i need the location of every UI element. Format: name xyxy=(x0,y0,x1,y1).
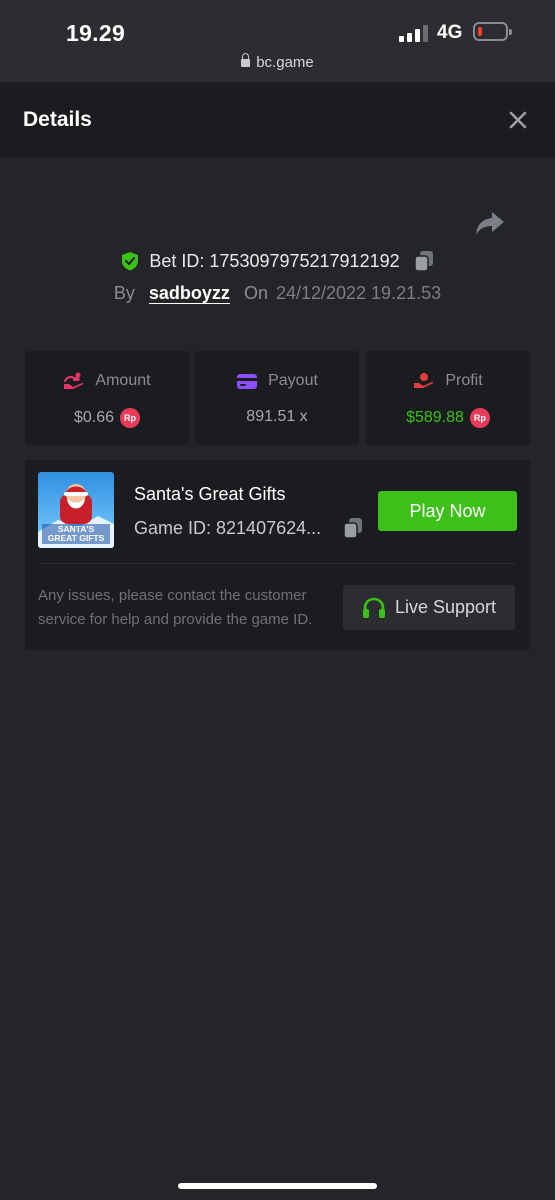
live-support-button[interactable]: Live Support xyxy=(343,585,515,630)
amount-card: Amount $0.66 Rp xyxy=(25,351,189,445)
support-message: Any issues, please contact the customer … xyxy=(38,587,313,628)
copy-icon[interactable] xyxy=(413,250,434,272)
lock-icon xyxy=(241,53,251,67)
bet-date: 24/12/2022 19.21.53 xyxy=(275,283,442,303)
profit-value: $589.88 xyxy=(406,409,464,426)
network-type: 4G xyxy=(437,22,463,43)
page-title: Details xyxy=(23,108,92,131)
by-label: By xyxy=(113,283,135,303)
username-link[interactable]: sadboyzz xyxy=(149,283,230,303)
battery-icon xyxy=(473,22,512,41)
shield-check-icon xyxy=(122,252,139,271)
game-name: Santa's Great Gifts xyxy=(134,484,286,504)
status-time: 19.29 xyxy=(66,20,126,46)
rp-currency-icon: Rp xyxy=(469,408,490,428)
on-label: On xyxy=(243,283,268,303)
profit-label: Profit xyxy=(445,372,483,389)
profit-hand-icon xyxy=(414,373,434,388)
payout-label: Payout xyxy=(268,372,318,389)
bet-id-row: Bet ID: 1753097975217912192 xyxy=(0,250,555,272)
play-now-button[interactable]: Play Now xyxy=(378,491,517,531)
bet-id-value: 1753097975217912192 xyxy=(209,250,400,271)
thumbnail-text: GREAT GIFTS xyxy=(48,533,105,543)
url-bar[interactable]: bc.game xyxy=(0,53,555,71)
live-support-label: Live Support xyxy=(394,597,497,617)
headset-icon xyxy=(362,597,385,618)
wallet-card-icon xyxy=(237,373,258,389)
bet-byline: By sadboyzz On 24/12/2022 19.21.53 xyxy=(0,283,555,304)
close-icon[interactable] xyxy=(505,107,531,133)
profit-card: Profit $589.88 Rp xyxy=(366,351,530,445)
bet-id-label: Bet ID: xyxy=(149,250,205,271)
status-bar: 19.29 4G bc.game xyxy=(0,0,555,82)
amount-label: Amount xyxy=(95,372,151,389)
signal-icon xyxy=(399,24,428,42)
rp-currency-icon: Rp xyxy=(120,408,141,428)
divider xyxy=(38,563,517,564)
share-icon[interactable] xyxy=(474,208,506,238)
game-thumbnail[interactable]: SANTA'S GREAT GIFTS xyxy=(38,472,114,548)
payout-value: 891.51 x xyxy=(246,408,308,425)
url-text: bc.game xyxy=(256,54,314,71)
payout-card: Payout 891.51 x xyxy=(195,351,359,445)
amount-value: $0.66 xyxy=(73,409,115,426)
home-indicator[interactable] xyxy=(178,1183,377,1189)
details-header: Details xyxy=(0,82,555,158)
game-id: Game ID: 821407624... xyxy=(134,518,322,538)
copy-icon[interactable] xyxy=(343,517,363,539)
game-panel: SANTA'S GREAT GIFTS Santa's Great Gifts … xyxy=(25,460,530,650)
amount-icon xyxy=(64,372,84,389)
